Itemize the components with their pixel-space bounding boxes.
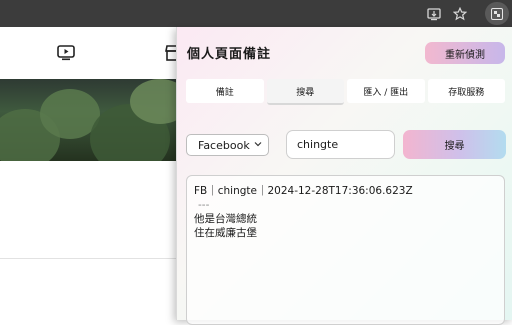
platform-select-value: Facebook [198, 138, 250, 152]
star-bookmark-icon[interactable] [451, 5, 469, 23]
redetect-button[interactable]: 重新偵測 [425, 42, 505, 64]
tab-access-service[interactable]: 存取服務 [427, 79, 505, 103]
platform-select[interactable]: Facebook [186, 134, 269, 156]
tab-search[interactable]: 搜尋 [266, 79, 344, 105]
popup-title: 個人頁面備註 [187, 47, 272, 62]
extension-button[interactable] [485, 2, 509, 25]
popup-tabs: 備註 搜尋 匯入 / 匯出 存取服務 [186, 79, 505, 105]
extension-icon [491, 7, 503, 20]
result-note-line: 他是台灣總統 [194, 213, 257, 225]
tab-import-export[interactable]: 匯入 / 匯出 [347, 79, 425, 103]
chevron-down-icon [254, 142, 262, 147]
search-result-box[interactable]: FB｜chingte｜2024-12-28T17:36:06.623Z --- … [186, 175, 505, 325]
cast-install-icon[interactable] [425, 5, 443, 23]
tab-notes[interactable]: 備註 [186, 79, 264, 103]
search-input[interactable] [286, 130, 395, 159]
video-icon[interactable] [57, 45, 75, 61]
browser-toolbar [0, 0, 512, 27]
search-button[interactable]: 搜尋 [403, 130, 506, 159]
result-header: FB｜chingte｜2024-12-28T17:36:06.623Z [194, 185, 413, 197]
extension-popup: 個人頁面備註 重新偵測 備註 搜尋 匯入 / 匯出 存取服務 Facebook … [176, 27, 512, 325]
result-separator: --- [198, 199, 210, 211]
result-note-line: 住在威廉古堡 [194, 227, 257, 239]
page-divider [0, 258, 180, 259]
